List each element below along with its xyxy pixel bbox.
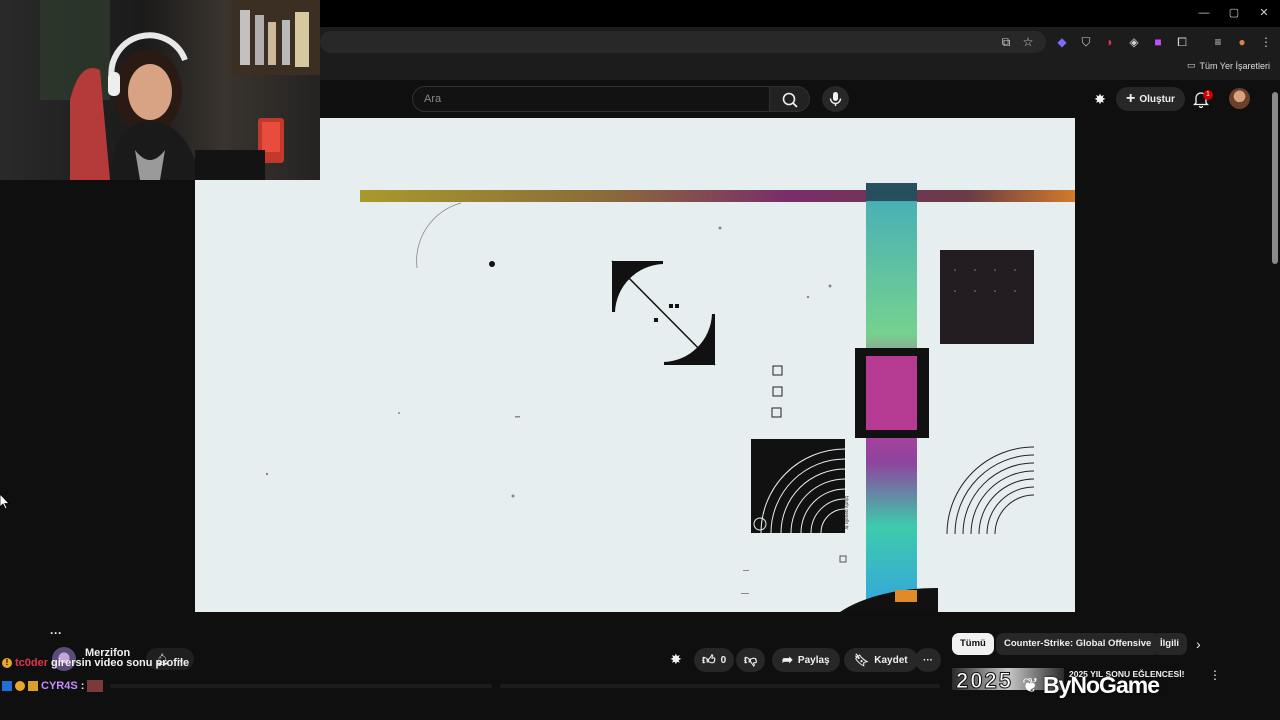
chat-message: : <box>80 680 85 692</box>
notification-badge: 1 <box>1203 90 1213 100</box>
dislike-button[interactable]: 👎︎ <box>736 648 766 672</box>
menu-kebab-icon[interactable]: ⋮ <box>1258 34 1274 50</box>
chat-line: ! tc0der girersin video sonu profile <box>2 657 189 669</box>
ai-sparkle-icon[interactable]: ✸ <box>670 651 682 668</box>
search-button[interactable] <box>770 86 810 112</box>
badge-icon <box>15 681 25 691</box>
chevron-right-icon[interactable]: › <box>1196 636 1201 652</box>
share-icon: ➦ <box>782 652 793 667</box>
like-button[interactable]: 👍︎ 0 <box>694 648 735 672</box>
save-button[interactable]: 🔖︎ Kaydet <box>844 648 918 672</box>
chip-all[interactable]: Tümü <box>952 633 994 655</box>
search-input[interactable]: Ara <box>412 86 770 112</box>
placeholder-bar <box>110 684 492 688</box>
more-horizontal-icon: ··· <box>923 654 933 666</box>
brand-logo-icon: ❦ <box>1022 675 1039 697</box>
thumbs-down-icon: 👎︎ <box>744 652 758 667</box>
save-label: Kaydet <box>874 654 908 666</box>
chat-line: CYR4S : <box>2 680 104 692</box>
address-bar[interactable] <box>320 31 1046 53</box>
share-label: Paylaş <box>797 654 830 666</box>
chip-related[interactable]: İlgili <box>1152 633 1187 655</box>
like-count: 0 <box>720 654 727 666</box>
chat-username: CYR4S <box>41 680 78 692</box>
maximize-icon[interactable]: ▢ <box>1224 5 1244 21</box>
microphone-icon <box>829 92 842 106</box>
video-player[interactable]: blurly pesolb tv <box>195 118 1075 612</box>
extension-icon[interactable]: ◈ <box>1126 34 1142 50</box>
menu-kebab-icon[interactable]: ⋮ <box>1209 668 1221 682</box>
badge-icon: ! <box>2 658 12 668</box>
close-icon[interactable]: ✕ <box>1254 5 1274 21</box>
badge-icon <box>2 681 12 691</box>
avatar[interactable] <box>1229 88 1250 109</box>
search-icon <box>782 92 798 108</box>
minimize-icon[interactable]: — <box>1194 5 1214 21</box>
thumbs-up-icon: 👍︎ <box>702 652 716 667</box>
placeholder-bar <box>500 684 940 688</box>
video-vertical-caption: blurly pesolb tv <box>843 496 849 530</box>
brand-watermark: ByNoGame <box>1043 672 1160 698</box>
more-options-icon[interactable]: ··· <box>50 626 62 640</box>
extension-icon[interactable]: ◆ <box>1054 34 1070 50</box>
bookmark-icon: 🔖︎ <box>854 653 870 667</box>
media-control-icon[interactable]: ≡ <box>1210 34 1226 50</box>
scrollbar-thumb[interactable] <box>1272 92 1278 264</box>
shield-icon[interactable]: ⛉ <box>1078 34 1094 50</box>
puzzle-icon[interactable]: ⧠ <box>1174 34 1190 50</box>
thumbnail-text: 2025 <box>956 668 1013 690</box>
chat-username: tc0der <box>15 657 49 669</box>
bookmark-star-icon[interactable]: ☆ <box>1020 34 1036 50</box>
extension-icon[interactable]: ◗ <box>1102 34 1118 50</box>
extension-icon[interactable]: ■ <box>1150 34 1166 50</box>
video-frame-art <box>265 183 1075 612</box>
plus-icon: + <box>1126 90 1136 107</box>
create-label: Oluştur <box>1139 93 1175 105</box>
create-button[interactable]: + Oluştur <box>1116 87 1185 111</box>
chat-message: girersin video sonu profile <box>51 657 190 669</box>
all-bookmarks-label: Tüm Yer İşaretleri <box>1199 60 1270 71</box>
mouse-cursor-icon <box>0 493 10 515</box>
chip-csgo[interactable]: Counter-Strike: Global Offensive <box>996 633 1160 655</box>
more-actions-button[interactable]: ··· <box>915 648 941 672</box>
share-button[interactable]: ➦ Paylaş <box>772 648 840 672</box>
voice-search-button[interactable] <box>822 86 849 112</box>
emote-icon <box>87 680 104 692</box>
badge-icon <box>28 681 38 691</box>
all-bookmarks-button[interactable]: ▭ Tüm Yer İşaretleri <box>1187 60 1270 71</box>
install-app-icon[interactable]: ⧉ <box>998 34 1014 50</box>
profile-icon[interactable]: ● <box>1234 34 1250 50</box>
webcam-overlay <box>0 0 320 180</box>
folder-icon: ▭ <box>1186 60 1196 70</box>
ai-sparkle-icon[interactable]: ✸ <box>1092 91 1108 107</box>
